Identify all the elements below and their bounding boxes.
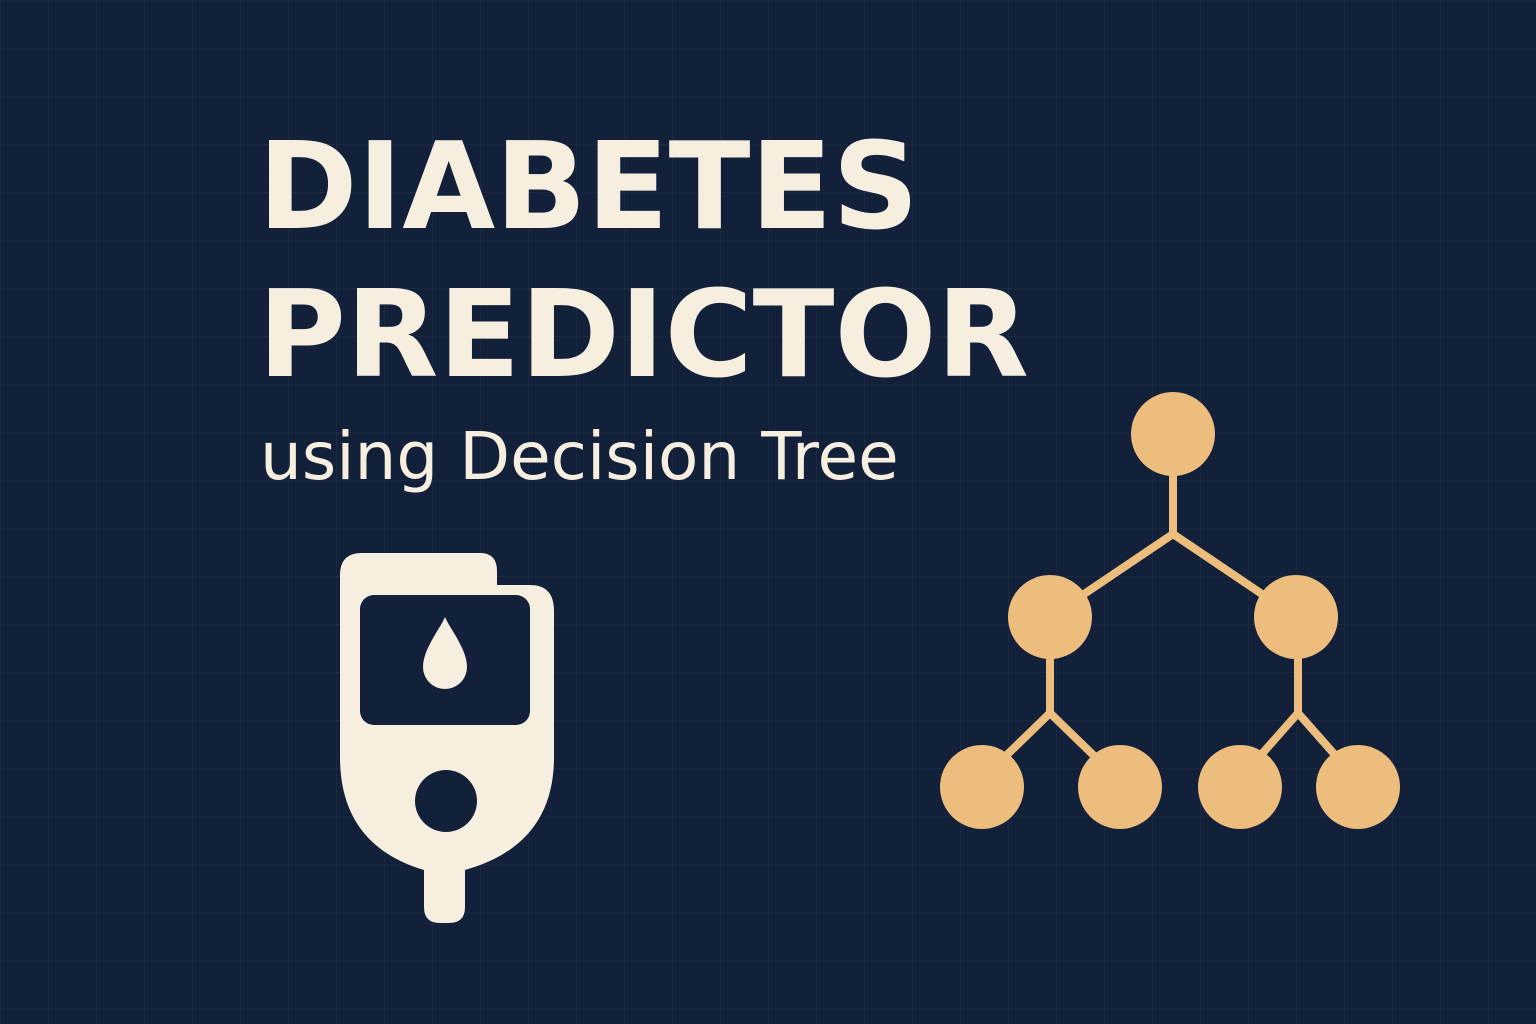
title-line-predictor: PREDICTOR <box>258 266 1029 405</box>
title-line-diabetes: DIABETES <box>258 118 919 257</box>
subtitle: using Decision Tree <box>260 418 899 495</box>
glucose-meter-icon <box>330 545 560 930</box>
decision-tree-icon <box>930 390 1410 835</box>
